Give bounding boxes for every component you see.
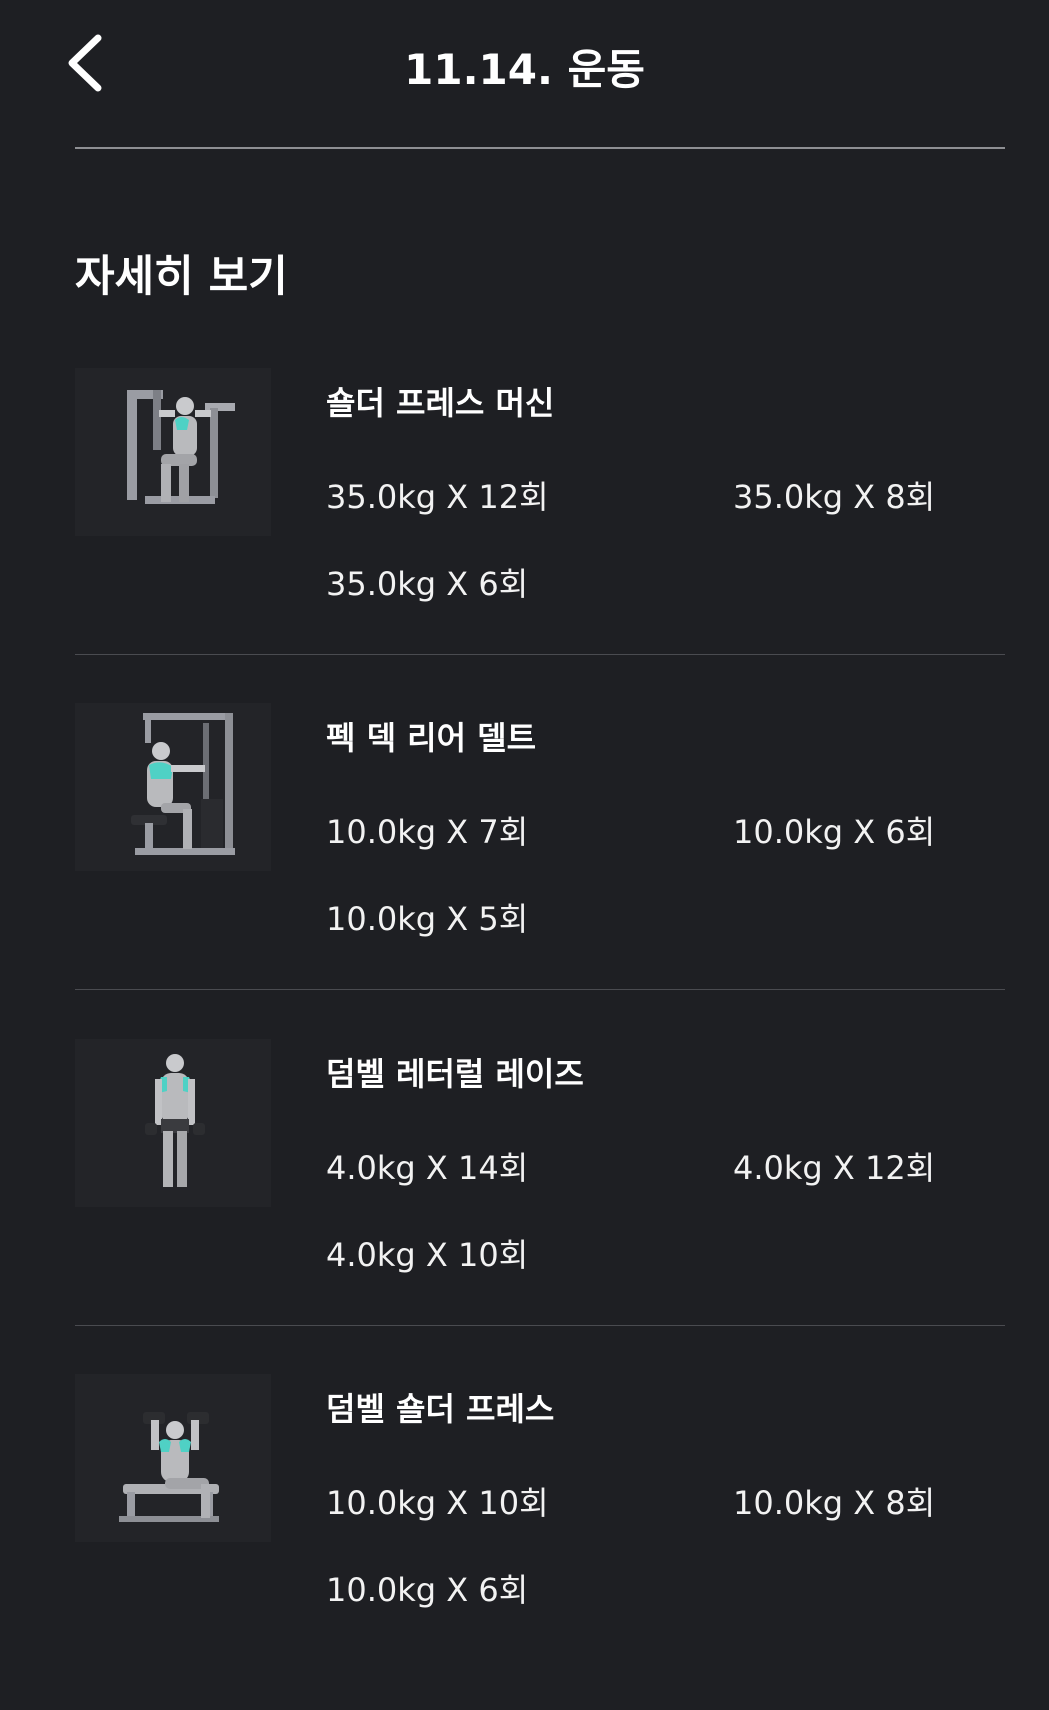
page-title: 11.14. 운동 [404, 45, 645, 94]
set-entry: 4.0kg X 12회 [733, 1149, 936, 1187]
set-entry: 10.0kg X 8회 [733, 1484, 936, 1522]
set-entry: 10.0kg X 6회 [733, 813, 936, 851]
exercise-name: 덤벨 레터럴 레이즈 [326, 1055, 584, 1093]
row-divider [75, 654, 1005, 655]
set-entry: 10.0kg X 5회 [326, 900, 529, 938]
set-entry: 35.0kg X 6회 [326, 565, 529, 603]
section-heading: 자세히 보기 [75, 252, 288, 302]
exercise-thumbnail [75, 1374, 271, 1542]
exercise-name: 덤벨 숄더 프레스 [326, 1390, 555, 1428]
set-entry: 35.0kg X 8회 [733, 478, 936, 516]
exercise-name: 펙 덱 리어 델트 [326, 719, 537, 757]
exercise-item[interactable]: 펙 덱 리어 델트 10.0kg X 7회 10.0kg X 6회 10.0kg… [75, 703, 1005, 1039]
row-divider [75, 989, 1005, 990]
exercise-name: 숄더 프레스 머신 [326, 384, 555, 422]
exercise-item[interactable]: 덤벨 레터럴 레이즈 4.0kg X 14회 4.0kg X 12회 4.0kg… [75, 1039, 1005, 1375]
shoulder-press-machine-illustration [127, 390, 235, 504]
header: 11.14. 운동 [0, 0, 1049, 148]
set-entry: 4.0kg X 10회 [326, 1236, 529, 1274]
exercise-thumbnail [75, 703, 271, 871]
row-divider [75, 1325, 1005, 1326]
set-entry: 10.0kg X 6회 [326, 1571, 529, 1609]
exercise-item[interactable]: 덤벨 숄더 프레스 10.0kg X 10회 10.0kg X 8회 10.0k… [75, 1374, 1005, 1710]
exercise-item[interactable]: 숄더 프레스 머신 35.0kg X 12회 35.0kg X 8회 35.0k… [75, 368, 1005, 704]
set-entry: 4.0kg X 14회 [326, 1149, 529, 1187]
exercise-thumbnail [75, 368, 271, 536]
set-entry: 35.0kg X 12회 [326, 478, 549, 516]
dumbbell-lateral-raise-illustration [145, 1054, 205, 1187]
set-entry: 10.0kg X 10회 [326, 1484, 549, 1522]
exercise-thumbnail [75, 1039, 271, 1207]
dumbbell-shoulder-press-illustration [119, 1412, 219, 1522]
set-entry: 10.0kg X 7회 [326, 813, 529, 851]
pec-deck-rear-delt-illustration [131, 713, 235, 855]
header-divider [75, 147, 1005, 149]
